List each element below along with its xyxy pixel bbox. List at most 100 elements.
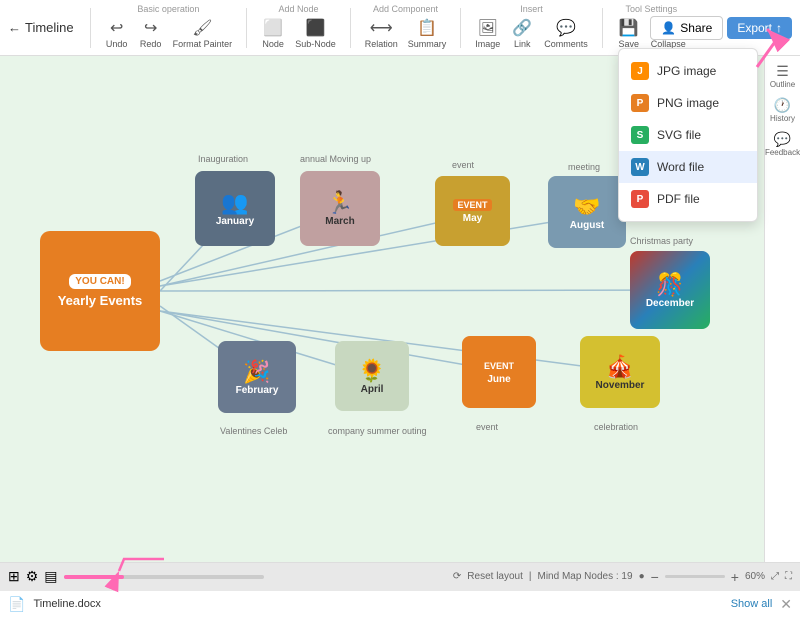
august-icon: 🤝 [573, 194, 600, 220]
export-dropdown: J JPG image P PNG image S SVG file W Wor… [618, 48, 758, 222]
zoom-slider[interactable] [665, 575, 725, 578]
april-label: April [361, 384, 384, 395]
back-icon: ← [8, 20, 21, 35]
january-icon: 👥 [221, 190, 248, 216]
fullscreen-btn[interactable]: ⛶ [785, 571, 792, 582]
reset-layout-label[interactable]: Reset layout [467, 571, 523, 582]
feedback-icon: 💬 [774, 131, 791, 148]
right-icon-bar: ☰ Outline 🕐 History 💬 Feedback [764, 56, 800, 562]
april-icon: 🌻 [358, 358, 385, 384]
december-icon: 🎊 [656, 272, 683, 298]
section-basic-operation-label: Basic operation [137, 4, 199, 14]
file-icon: 📄 [8, 596, 25, 613]
node-december[interactable]: 🎊 December [630, 251, 710, 329]
node-june[interactable]: EVENT June [462, 336, 536, 408]
app-title: Timeline [25, 20, 74, 35]
may-event-badge: EVENT [453, 199, 491, 211]
export-pdf-label: PDF file [657, 192, 700, 206]
node-yearly-events[interactable]: YOU CAN! Yearly Events [40, 231, 160, 351]
bottom-top-row: ⊞ ⚙ ▤ ⟳ Reset layout | [0, 563, 800, 591]
bottom-icon-2[interactable]: ⚙ [26, 568, 39, 585]
link-button[interactable]: 🔗Link [506, 16, 538, 51]
export-arrow [727, 19, 787, 69]
divider-5 [602, 8, 603, 48]
pdf-icon: P [631, 190, 649, 208]
history-button[interactable]: 🕐 History [767, 94, 799, 126]
node-april[interactable]: 🌻 April [335, 341, 409, 411]
back-button[interactable]: ← Timeline [8, 20, 74, 35]
section-add-node: Add Node ⬜Node ⬛Sub-Node [257, 4, 340, 51]
april-annotation: company summer outing [328, 426, 427, 436]
export-png-option[interactable]: P PNG image [619, 87, 757, 119]
december-label: December [646, 298, 694, 309]
bottom-icon-3[interactable]: ▤ [44, 568, 57, 585]
relation-button[interactable]: ⟷Relation [361, 16, 402, 51]
section-insert: Insert 🖼Image 🔗Link 💬Comments [471, 4, 592, 51]
share-button[interactable]: 👤 Share [650, 16, 723, 40]
central-label: Yearly Events [58, 293, 143, 308]
section-add-node-label: Add Node [278, 4, 318, 14]
node-november[interactable]: 🎪 November [580, 336, 660, 408]
fit-screen-btn[interactable]: ⤢ [771, 571, 779, 582]
august-annotation: meeting [568, 162, 600, 172]
divider-2 [246, 8, 247, 48]
november-icon: 🎪 [606, 354, 633, 380]
node-february[interactable]: 🎉 February [218, 341, 296, 413]
comments-button[interactable]: 💬Comments [540, 16, 592, 51]
bottom-bottom-row: 📄 Timeline.docx Show all ✕ [0, 591, 800, 618]
undo-button[interactable]: ↩Undo [101, 16, 133, 51]
export-svg-option[interactable]: S SVG file [619, 119, 757, 151]
zoom-in-btn[interactable]: + [731, 569, 739, 585]
file-close-button[interactable]: ✕ [780, 596, 792, 613]
central-badge: YOU CAN! [69, 274, 130, 289]
mind-map-nodes-label: Mind Map Nodes : 19 [538, 571, 633, 582]
november-label: November [596, 380, 645, 391]
history-icon: 🕐 [774, 97, 791, 114]
march-label: March [325, 216, 354, 227]
node-button[interactable]: ⬜Node [257, 16, 289, 51]
node-may[interactable]: EVENT May [435, 176, 510, 246]
export-jpg-label: JPG image [657, 64, 716, 78]
summary-button[interactable]: 📋Summary [404, 16, 451, 51]
january-label: January [216, 216, 254, 227]
november-annotation: celebration [594, 422, 638, 432]
export-word-option[interactable]: W Word file [619, 151, 757, 183]
separator: | [529, 571, 532, 582]
redo-button[interactable]: ↪Redo [135, 16, 167, 51]
zoom-percent: 60% [745, 571, 765, 582]
divider-1 [90, 8, 91, 48]
may-label: May [463, 213, 482, 224]
export-svg-label: SVG file [657, 128, 701, 142]
divider-4 [460, 8, 461, 48]
word-icon: W [631, 158, 649, 176]
february-icon: 🎉 [243, 359, 270, 385]
march-annotation: annual Moving up [300, 154, 371, 164]
node-january[interactable]: 👥 January [195, 171, 275, 246]
march-icon: 🏃 [326, 190, 353, 216]
zoom-out-btn[interactable]: − [651, 569, 659, 585]
save-button[interactable]: 💾Save [613, 16, 645, 51]
reset-layout-icon: ⟳ [453, 571, 461, 582]
bottom-icon-1[interactable]: ⊞ [8, 568, 20, 585]
format-painter-button[interactable]: 🖌Format Painter [169, 16, 237, 51]
svg-icon: S [631, 126, 649, 144]
share-icon: 👤 [661, 21, 676, 35]
outline-label: Outline [770, 80, 795, 89]
sub-node-button[interactable]: ⬛Sub-Node [291, 16, 340, 51]
feedback-button[interactable]: 💬 Feedback [767, 128, 799, 160]
export-png-label: PNG image [657, 96, 719, 110]
node-march[interactable]: 🏃 March [300, 171, 380, 246]
png-icon: P [631, 94, 649, 112]
may-annotation: event [452, 160, 474, 170]
june-event-badge: EVENT [480, 360, 518, 372]
jpg-icon: J [631, 62, 649, 80]
image-button[interactable]: 🖼Image [471, 16, 504, 51]
history-label: History [770, 114, 795, 123]
section-basic-operation: Basic operation ↩Undo ↪Redo 🖌Format Pain… [101, 4, 237, 51]
export-pdf-option[interactable]: P PDF file [619, 183, 757, 215]
node-august[interactable]: 🤝 August [548, 176, 626, 248]
show-all-button[interactable]: Show all [731, 598, 773, 610]
june-annotation: event [476, 422, 498, 432]
pink-arrow [114, 555, 174, 579]
february-annotation: Valentines Celeb [220, 426, 287, 436]
